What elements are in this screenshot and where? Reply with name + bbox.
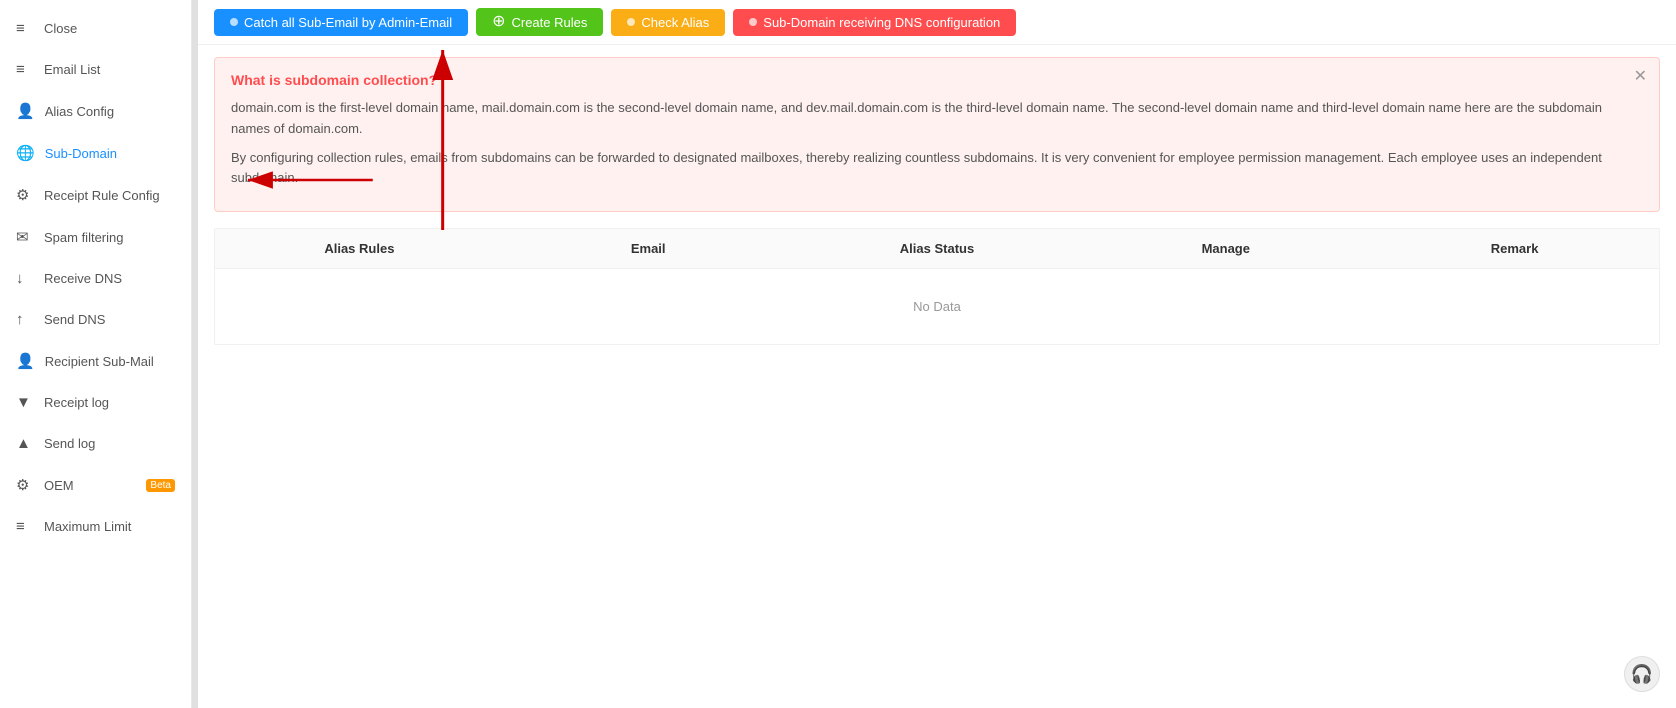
sub-domain-dns-label: Sub-Domain receiving DNS configuration — [763, 15, 1000, 30]
info-banner-paragraph1: domain.com is the first-level domain nam… — [231, 98, 1643, 140]
sidebar-item-send-log[interactable]: ▲ Send log — [0, 423, 191, 464]
recipient-icon: 👤 — [16, 352, 35, 370]
check-alias-icon — [627, 18, 635, 26]
catch-all-icon — [230, 18, 238, 26]
main-content: Catch all Sub-Email by Admin-Email ⊕ Cre… — [198, 0, 1676, 708]
create-rules-icon: ⊕ — [492, 14, 505, 30]
sidebar-item-send-dns[interactable]: ↑ Send DNS — [0, 299, 191, 340]
receipt-rule-icon: ⚙ — [16, 186, 34, 204]
check-alias-label: Check Alias — [641, 15, 709, 30]
beta-badge: Beta — [146, 479, 175, 492]
maximum-limit-icon: ≡ — [16, 518, 34, 535]
sidebar-item-label: Send log — [44, 436, 175, 451]
sidebar-item-label: Sub-Domain — [45, 146, 175, 161]
col-email: Email — [504, 229, 793, 268]
col-manage: Manage — [1081, 229, 1370, 268]
col-alias-status: Alias Status — [793, 229, 1082, 268]
data-table: Alias Rules Email Alias Status Manage Re… — [214, 228, 1660, 345]
receive-dns-icon: ↓ — [16, 270, 34, 287]
sidebar-item-maximum-limit[interactable]: ≡ Maximum Limit — [0, 506, 191, 547]
sidebar-item-close[interactable]: ≡ Close — [0, 8, 191, 49]
close-banner-button[interactable]: ✕ — [1634, 66, 1647, 86]
email-list-icon: ≡ — [16, 61, 34, 78]
sidebar-item-receipt-log[interactable]: ▼ Receipt log — [0, 382, 191, 423]
info-banner-paragraph2: By configuring collection rules, emails … — [231, 148, 1643, 190]
support-button[interactable]: 🎧 — [1624, 656, 1660, 692]
send-log-icon: ▲ — [16, 435, 34, 452]
support-icon: 🎧 — [1631, 664, 1653, 685]
sidebar-item-receipt-rule-config[interactable]: ⚙ Receipt Rule Config — [0, 174, 191, 216]
info-banner-title: What is subdomain collection? — [231, 72, 1643, 88]
catch-all-button[interactable]: Catch all Sub-Email by Admin-Email — [214, 9, 468, 36]
oem-icon: ⚙ — [16, 476, 34, 494]
sub-domain-dns-button[interactable]: Sub-Domain receiving DNS configuration — [733, 9, 1016, 36]
sidebar-item-email-list[interactable]: ≡ Email List — [0, 49, 191, 90]
col-alias-rules: Alias Rules — [215, 229, 504, 268]
subdomain-icon: 🌐 — [16, 144, 35, 162]
sidebar-item-label: Email List — [44, 62, 175, 77]
create-rules-button[interactable]: ⊕ Create Rules — [476, 8, 603, 36]
sidebar-item-label: Recipient Sub-Mail — [45, 354, 175, 369]
sub-domain-dns-icon — [749, 18, 757, 26]
send-dns-icon: ↑ — [16, 311, 34, 328]
spam-icon: ✉ — [16, 228, 34, 246]
sidebar-item-label: OEM — [44, 478, 134, 493]
sidebar-item-label: Receive DNS — [44, 271, 175, 286]
table-body-empty: No Data — [215, 269, 1659, 344]
sidebar: ≡ Close ≡ Email List 👤 Alias Config 🌐 Su… — [0, 0, 192, 708]
catch-all-label: Catch all Sub-Email by Admin-Email — [244, 15, 452, 30]
empty-text: No Data — [913, 299, 961, 314]
check-alias-button[interactable]: Check Alias — [611, 9, 725, 36]
sidebar-item-label: Close — [44, 21, 175, 36]
sidebar-item-recipient-sub-mail[interactable]: 👤 Recipient Sub-Mail — [0, 340, 191, 382]
sidebar-item-spam-filtering[interactable]: ✉ Spam filtering — [0, 216, 191, 258]
menu-icon: ≡ — [16, 20, 34, 37]
sidebar-item-alias-config[interactable]: 👤 Alias Config — [0, 90, 191, 132]
sidebar-item-label: Receipt log — [44, 395, 175, 410]
sidebar-item-oem[interactable]: ⚙ OEM Beta — [0, 464, 191, 506]
sidebar-item-label: Alias Config — [45, 104, 175, 119]
table-header: Alias Rules Email Alias Status Manage Re… — [215, 229, 1659, 269]
col-remark: Remark — [1370, 229, 1659, 268]
receipt-log-icon: ▼ — [16, 394, 34, 411]
alias-icon: 👤 — [16, 102, 35, 120]
create-rules-label: Create Rules — [511, 15, 587, 30]
toolbar: Catch all Sub-Email by Admin-Email ⊕ Cre… — [198, 0, 1676, 45]
sidebar-item-label: Receipt Rule Config — [44, 188, 175, 203]
sidebar-item-label: Spam filtering — [44, 230, 175, 245]
sidebar-item-sub-domain[interactable]: 🌐 Sub-Domain — [0, 132, 191, 174]
info-banner: What is subdomain collection? domain.com… — [214, 57, 1660, 212]
sidebar-item-label: Maximum Limit — [44, 519, 175, 534]
sidebar-item-receive-dns[interactable]: ↓ Receive DNS — [0, 258, 191, 299]
sidebar-item-label: Send DNS — [44, 312, 175, 327]
